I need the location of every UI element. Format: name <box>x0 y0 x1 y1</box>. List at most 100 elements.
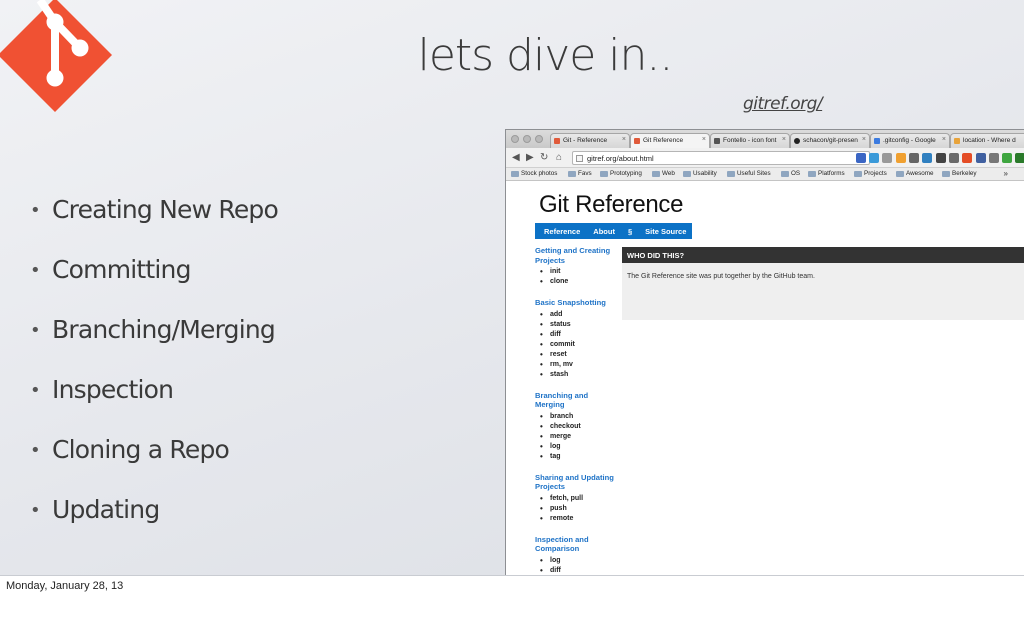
google-favicon-icon <box>874 138 880 144</box>
close-tab-icon[interactable]: × <box>942 136 946 143</box>
reference-sidebar: Getting and Creating Projects init clone… <box>535 246 625 576</box>
address-bar[interactable]: gitref.org/about.html <box>572 151 870 165</box>
command-link[interactable]: tag <box>535 452 625 463</box>
chat-extension-icon[interactable] <box>869 153 879 163</box>
bullet-dot-icon: • <box>30 320 41 341</box>
bookmark-extension-icon[interactable] <box>856 153 866 163</box>
home-icon[interactable]: ⌂ <box>556 152 562 163</box>
command-link[interactable]: add <box>535 310 625 321</box>
stackoverflow-favicon-icon <box>954 138 960 144</box>
bookmark-berkeley[interactable]: Berkeley <box>942 170 977 177</box>
bullet-dot-icon: • <box>30 380 41 401</box>
rss-icon[interactable] <box>896 153 906 163</box>
bookmark-favs[interactable]: Favs <box>568 170 592 177</box>
command-link[interactable]: remote <box>535 514 625 525</box>
browser-toolbar: ◀ ▶ ↻ ⌂ gitref.org/about.html <box>506 148 1024 168</box>
extension-icon[interactable] <box>976 153 986 163</box>
close-tab-icon[interactable]: × <box>782 136 786 143</box>
bookmark-platforms[interactable]: Platforms <box>808 170 845 177</box>
forward-arrow-icon[interactable]: ▶ <box>526 152 534 163</box>
bookmark-awesome[interactable]: Awesome <box>896 170 934 177</box>
about-panel: WHO DID THIS? The Git Reference site was… <box>622 247 1024 320</box>
section-title-link[interactable]: Sharing and Updating Projects <box>535 473 625 492</box>
site-nav: Reference About § Site Source <box>535 223 692 239</box>
bookmark-useful-sites[interactable]: Useful Sites <box>727 170 771 177</box>
sidebar-section: Inspection and Comparison log diff <box>535 535 625 576</box>
command-link[interactable]: stash <box>535 370 625 381</box>
bullet-dot-icon: • <box>30 500 41 521</box>
web-page: Git Reference Reference About § Site Sou… <box>506 182 1024 576</box>
bookmark-usability[interactable]: Usability <box>683 170 717 177</box>
extension-icon[interactable] <box>936 153 946 163</box>
section-title-link[interactable]: Getting and Creating Projects <box>535 246 625 265</box>
command-link[interactable]: fetch, pull <box>535 494 625 505</box>
command-link[interactable]: reset <box>535 350 625 361</box>
tab-git-reference-active[interactable]: Git Reference × <box>630 133 710 148</box>
html5-icon[interactable] <box>962 153 972 163</box>
slide-title: lets dive in.. <box>417 30 674 81</box>
bookmarks-bar: Stock photos Favs Prototyping Web Usabil… <box>506 168 1024 181</box>
close-tab-icon[interactable]: × <box>622 136 626 143</box>
bookmark-os[interactable]: OS <box>781 170 800 177</box>
reload-icon[interactable]: ↻ <box>540 152 548 163</box>
bullet-item: • Creating New Repo <box>30 195 279 224</box>
bookmark-projects[interactable]: Projects <box>854 170 887 177</box>
command-link[interactable]: diff <box>535 566 625 576</box>
gitref-link[interactable]: gitref.org/ <box>743 94 823 114</box>
command-link[interactable]: push <box>535 504 625 515</box>
bullet-list: • Creating New Repo • Committing • Branchin… <box>30 195 279 555</box>
close-tab-icon[interactable]: × <box>702 136 706 143</box>
tab-git-reference[interactable]: Git - Reference × <box>550 133 630 148</box>
nav-site-source-link[interactable]: Site Source <box>645 227 686 236</box>
extension-icon[interactable] <box>989 153 999 163</box>
bullet-dot-icon: • <box>30 260 41 281</box>
command-link[interactable]: commit <box>535 340 625 351</box>
command-link[interactable]: clone <box>535 277 625 288</box>
extension-icon[interactable] <box>1002 153 1012 163</box>
command-link[interactable]: checkout <box>535 422 625 433</box>
command-link[interactable]: log <box>535 442 625 453</box>
bookmark-web[interactable]: Web <box>652 170 675 177</box>
section-title-link[interactable]: Basic Snapshotting <box>535 298 625 308</box>
command-link[interactable]: merge <box>535 432 625 443</box>
bookmark-stock-photos[interactable]: Stock photos <box>511 170 557 177</box>
command-link[interactable]: rm, mv <box>535 360 625 371</box>
nav-about-link[interactable]: About <box>593 227 615 236</box>
browser-window: Git - Reference × Git Reference × Fontello… <box>505 129 1024 576</box>
tab-fontello[interactable]: Fontello - icon font × <box>710 133 790 148</box>
close-tab-icon[interactable]: × <box>862 136 866 143</box>
command-link[interactable]: log <box>535 556 625 567</box>
extension-icon[interactable] <box>909 153 919 163</box>
tab-gitconfig-google[interactable]: .gitconfig - Google × <box>870 133 950 148</box>
fontello-favicon-icon <box>714 138 720 144</box>
command-link[interactable]: status <box>535 320 625 331</box>
section-title-link[interactable]: Branching and Merging <box>535 391 595 410</box>
bullet-dot-icon: • <box>30 440 41 461</box>
bullet-dot-icon: • <box>30 200 41 221</box>
close-window-icon[interactable] <box>511 135 519 143</box>
presentation-slide: lets dive in.. gitref.org/ • Creating New… <box>0 0 1024 576</box>
minimize-window-icon[interactable] <box>523 135 531 143</box>
command-link[interactable]: init <box>535 267 625 278</box>
more-bookmarks-icon[interactable]: » <box>1004 169 1008 178</box>
back-arrow-icon[interactable]: ◀ <box>512 152 520 163</box>
tab-strip: Git - Reference × Git Reference × Fontello… <box>506 130 1024 148</box>
tab-github-schacon[interactable]: schacon/git-presen × <box>790 133 870 148</box>
section-title-link[interactable]: Inspection and Comparison <box>535 535 595 554</box>
sidebar-section: Sharing and Updating Projects fetch, pul… <box>535 473 625 525</box>
site-title[interactable]: Git Reference <box>539 191 683 219</box>
sidebar-section: Getting and Creating Projects init clone <box>535 246 625 288</box>
bullet-item: • Committing <box>30 255 191 284</box>
command-link[interactable]: diff <box>535 330 625 341</box>
extension-icon[interactable] <box>922 153 932 163</box>
zoom-window-icon[interactable] <box>535 135 543 143</box>
nav-section-sign: § <box>627 226 633 236</box>
bookmark-prototyping[interactable]: Prototyping <box>600 170 642 177</box>
command-link[interactable]: branch <box>535 412 625 423</box>
star-icon[interactable] <box>882 153 892 163</box>
extension-icon[interactable] <box>949 153 959 163</box>
sidebar-section: Branching and Merging branch checkout me… <box>535 391 625 463</box>
extension-icon[interactable] <box>1015 153 1024 163</box>
tab-location[interactable]: location - Where d <box>950 133 1024 148</box>
nav-reference-link[interactable]: Reference <box>544 227 580 236</box>
